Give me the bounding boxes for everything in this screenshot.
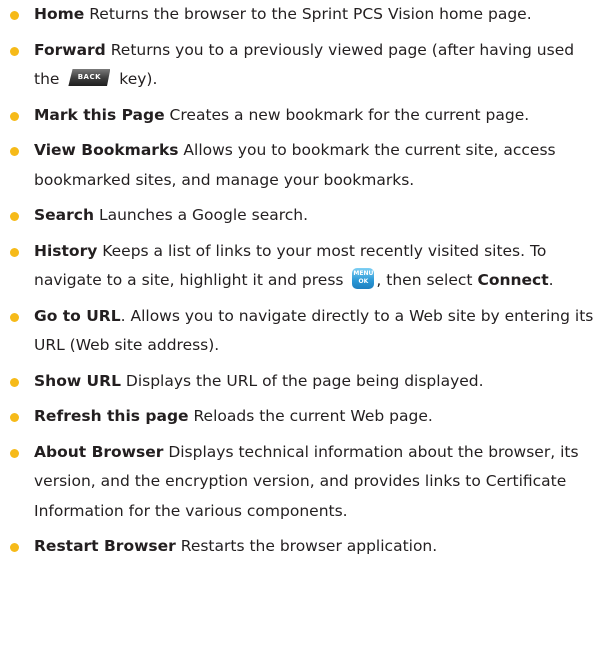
- bullet-icon: [10, 448, 19, 458]
- bullet-icon: [10, 413, 19, 422]
- item-description: Displays the URL of the page being displ…: [120, 371, 484, 390]
- item-description-end: key).: [114, 70, 158, 88]
- list-item-refresh-this-page: Refresh this page Reloads the current We…: [0, 402, 595, 432]
- item-description: Creates a new bookmark for the current p…: [164, 105, 530, 124]
- list-item-search: Search Launches a Google search.: [0, 201, 595, 231]
- bullet-icon: [10, 46, 19, 56]
- item-term: Mark this Page: [34, 105, 165, 124]
- bullet-icon: [10, 212, 19, 221]
- item-description: Reloads the current Web page.: [188, 407, 433, 425]
- item-term: Home: [34, 5, 85, 23]
- bullet-icon: [10, 11, 19, 20]
- menu-ok-key-icon: MENU OK: [352, 268, 375, 289]
- item-term: Go to URL: [34, 306, 121, 325]
- bullet-icon: [10, 247, 19, 257]
- back-key-icon: BACK: [68, 69, 111, 86]
- list-item-show-url: Show URL Displays the URL of the page be…: [0, 367, 595, 397]
- item-term: Refresh this page: [34, 407, 189, 425]
- browser-menu-options-list: Home Returns the browser to the Sprint P…: [0, 0, 595, 555]
- list-item-forward: Forward Returns you to a previously view…: [0, 36, 595, 95]
- item-term: View Bookmarks: [34, 141, 179, 159]
- list-item-about-browser: About Browser Displays technical informa…: [0, 438, 595, 527]
- item-term: Forward: [34, 40, 106, 59]
- item-term: Restart Browser: [34, 537, 176, 555]
- list-item-home: Home Returns the browser to the Sprint P…: [0, 0, 595, 30]
- item-term: Search: [34, 206, 95, 224]
- list-item-view-bookmarks: View Bookmarks Allows you to bookmark th…: [0, 136, 595, 195]
- bullet-icon: [10, 147, 19, 156]
- item-term: History: [34, 241, 98, 260]
- bullet-icon: [10, 543, 19, 552]
- list-item-mark-this-page: Mark this Page Creates a new bookmark fo…: [0, 101, 595, 131]
- item-description: Launches a Google search.: [94, 206, 309, 224]
- item-description-end: .: [548, 271, 554, 289]
- item-description-mid: , then select: [376, 271, 478, 289]
- bullet-icon: [10, 111, 19, 121]
- item-term: About Browser: [34, 442, 164, 461]
- list-item-history: History Keeps a list of links to your mo…: [0, 237, 595, 296]
- item-description: Returns the browser to the Sprint PCS Vi…: [84, 5, 532, 23]
- list-item-go-to-url: Go to URL. Allows you to navigate direct…: [0, 302, 595, 361]
- item-term-connect: Connect: [477, 271, 549, 289]
- bullet-icon: [10, 377, 19, 387]
- item-term: Show URL: [34, 371, 121, 390]
- list-item-restart-browser: Restart Browser Restarts the browser app…: [0, 532, 595, 562]
- ok-key-label: OK: [358, 278, 369, 285]
- bullet-icon: [10, 312, 19, 322]
- item-description: Restarts the browser application.: [175, 537, 438, 555]
- menu-key-label: MENU: [353, 270, 374, 277]
